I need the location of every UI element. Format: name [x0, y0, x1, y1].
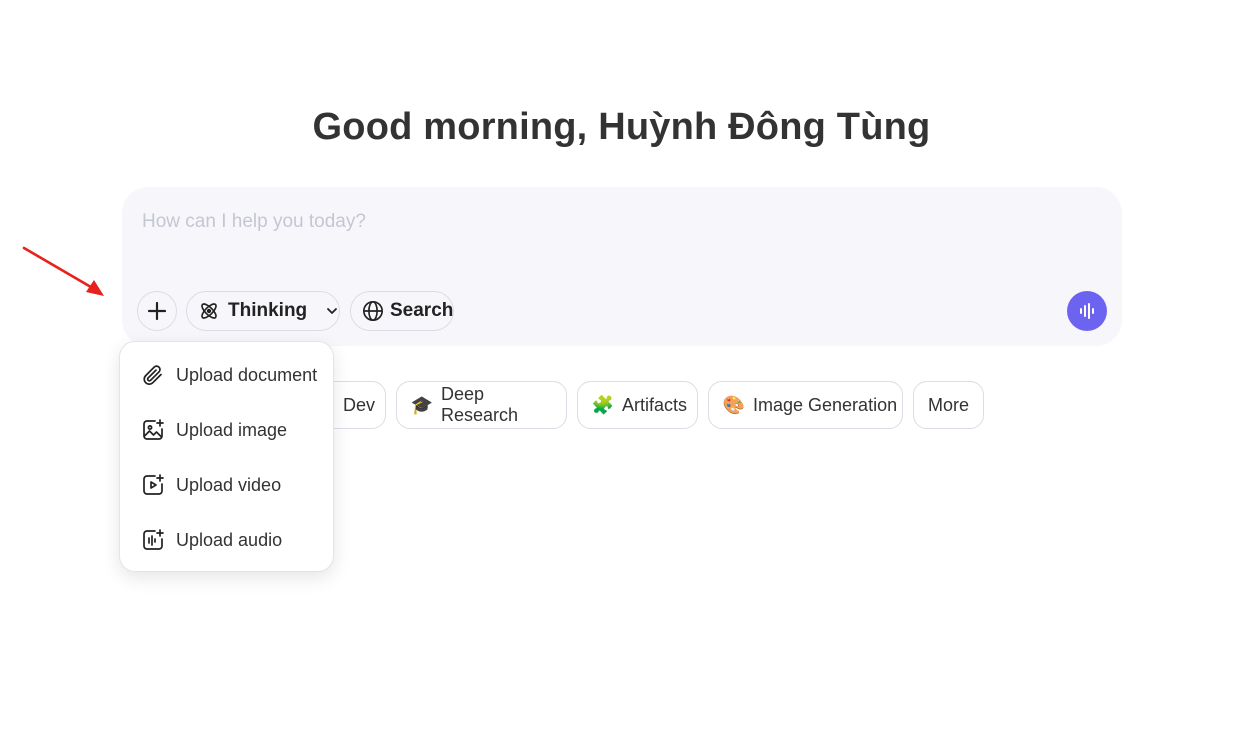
waveform-icon [1077, 301, 1097, 321]
chip-label: Image Generation [753, 394, 898, 415]
plus-icon [146, 300, 168, 322]
chip-label: More [928, 394, 970, 415]
menu-item-label: Upload image [176, 419, 288, 440]
palette-icon: 🎨 [722, 394, 746, 415]
attach-button[interactable] [137, 291, 177, 331]
thinking-button[interactable]: Thinking [186, 291, 340, 331]
search-button[interactable]: Search [350, 291, 454, 331]
globe-icon [362, 300, 384, 322]
prompt-input[interactable] [142, 211, 1042, 233]
image-upload-icon [141, 418, 165, 442]
chip-label: Artifacts [622, 394, 688, 415]
chip-artifacts[interactable]: 🧩 Artifacts [577, 381, 698, 429]
menu-item-label: Upload audio [176, 529, 283, 550]
greeting-title: Good morning, Huỳnh Đông Tùng [312, 106, 931, 148]
chip-more[interactable]: More [913, 381, 984, 429]
search-label: Search [390, 300, 454, 321]
video-upload-icon [141, 473, 165, 497]
menu-item-upload-audio[interactable]: Upload audio [120, 518, 333, 562]
puzzle-icon: 🧩 [591, 394, 615, 415]
chip-image-generation[interactable]: 🎨 Image Generation [708, 381, 903, 429]
graduation-cap-icon: 🎓 [410, 394, 434, 415]
chip-deep-research[interactable]: 🎓 Deep Research [396, 381, 567, 429]
menu-item-upload-document[interactable]: Upload document [120, 353, 333, 397]
menu-item-label: Upload video [176, 474, 282, 495]
menu-item-upload-image[interactable]: Upload image [120, 408, 333, 452]
thinking-label: Thinking [228, 300, 308, 321]
audio-upload-icon [141, 528, 165, 552]
chip-label: Dev [343, 394, 376, 415]
annotation-arrow [22, 246, 104, 296]
voice-input-button[interactable] [1067, 291, 1107, 331]
paperclip-icon [141, 363, 165, 387]
menu-item-label: Upload document [176, 364, 318, 385]
page: Good morning, Huỳnh Đông Tùng Thinking [0, 0, 1258, 745]
atom-icon [198, 300, 220, 322]
chip-label: Deep Research [441, 384, 519, 425]
chevron-down-icon[interactable] [325, 304, 339, 318]
composer: Thinking Search [122, 187, 1122, 346]
upload-menu: Upload document Upload image Upload vide… [119, 341, 334, 572]
menu-item-upload-video[interactable]: Upload video [120, 463, 333, 507]
